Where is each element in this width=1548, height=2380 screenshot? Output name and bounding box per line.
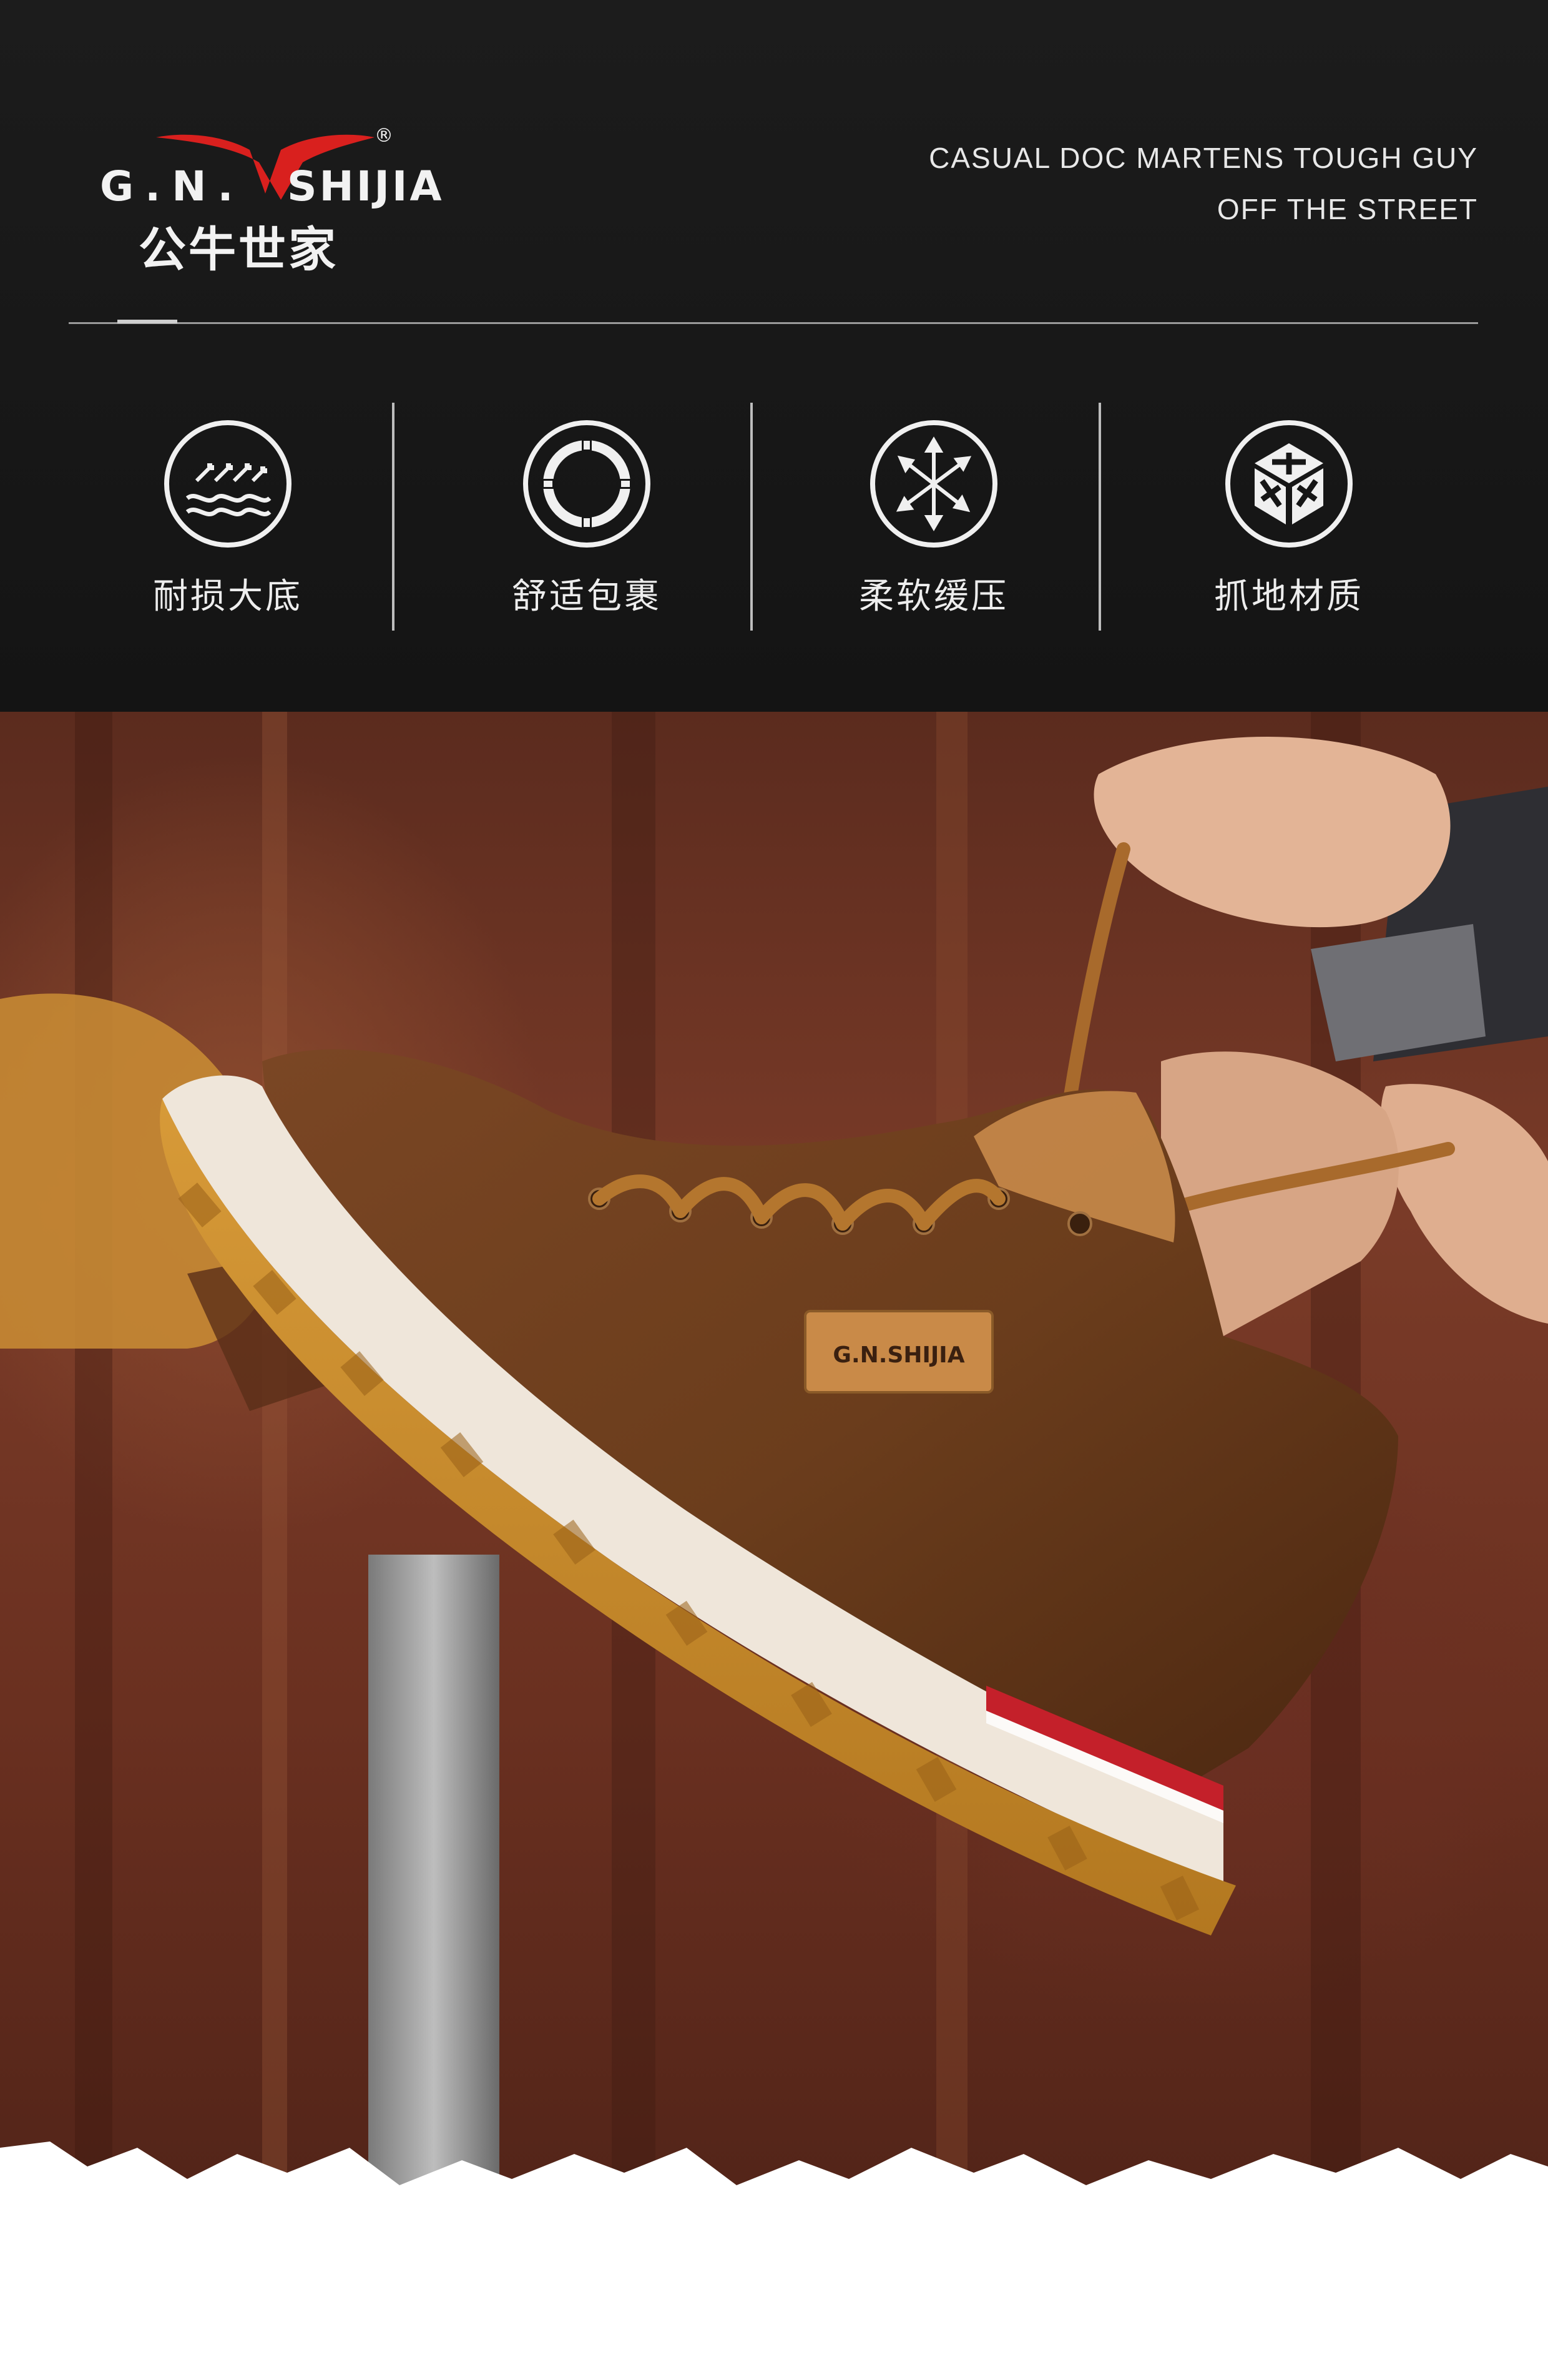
hand-lower [1381, 1084, 1548, 1324]
header-rule-accent [117, 320, 177, 323]
boot-illustration: G.N.SHIJIA [0, 712, 1548, 2380]
feature-comfort-wrap: 舒适包裹 [424, 400, 749, 637]
feature-wear-resistant-sole: 耐损大底 [66, 400, 390, 637]
feature-label: 柔软缓压 [859, 576, 1009, 617]
brand-chinese-name: 公牛世家 [139, 222, 338, 277]
feature-label: 舒适包裹 [512, 576, 662, 617]
feature-soft-cushion: 柔软缓压 [772, 400, 1096, 637]
header-rule [69, 322, 1478, 324]
tongue-label-text: G.N.SHIJIA [833, 1342, 964, 1368]
hand-upper [1094, 737, 1451, 928]
wave-sole-icon [164, 420, 291, 548]
header-band: G.N. SHIJIA ® 公牛世家 CASUAL DOC MARTENS TO… [0, 0, 1548, 712]
feature-label: 抓地材质 [1214, 576, 1364, 617]
brand-gn: G.N. [100, 162, 245, 210]
brand-latin-name: G.N. SHIJIA [100, 162, 442, 210]
feature-label: 耐损大底 [153, 576, 303, 617]
tagline-line-1: CASUAL DOC MARTENS TOUGH GUY [929, 142, 1478, 174]
tongue-label: G.N.SHIJIA [804, 1310, 994, 1394]
brand-logo: G.N. SHIJIA ® 公牛世家 [100, 125, 474, 277]
comfort-ring-icon [523, 420, 650, 548]
grip-cube-icon [1225, 420, 1353, 548]
feature-grip-material: 抓地材质 [1127, 400, 1451, 637]
tagline-line-2: OFF THE STREET [1217, 193, 1478, 225]
brand-shijia: SHIJIA [287, 162, 444, 210]
product-photo: G.N.SHIJIA [0, 712, 1548, 2380]
product-detail-page: G.N. SHIJIA ® 公牛世家 CASUAL DOC MARTENS TO… [0, 0, 1548, 2380]
cushion-arrows-icon [870, 420, 997, 548]
feature-row: 耐损大底 舒适包裹 柔软缓压 抓地材质 [0, 400, 1548, 637]
registered-mark: ® [375, 125, 393, 147]
tagline: CASUAL DOC MARTENS TOUGH GUY OFF THE STR… [929, 132, 1478, 235]
